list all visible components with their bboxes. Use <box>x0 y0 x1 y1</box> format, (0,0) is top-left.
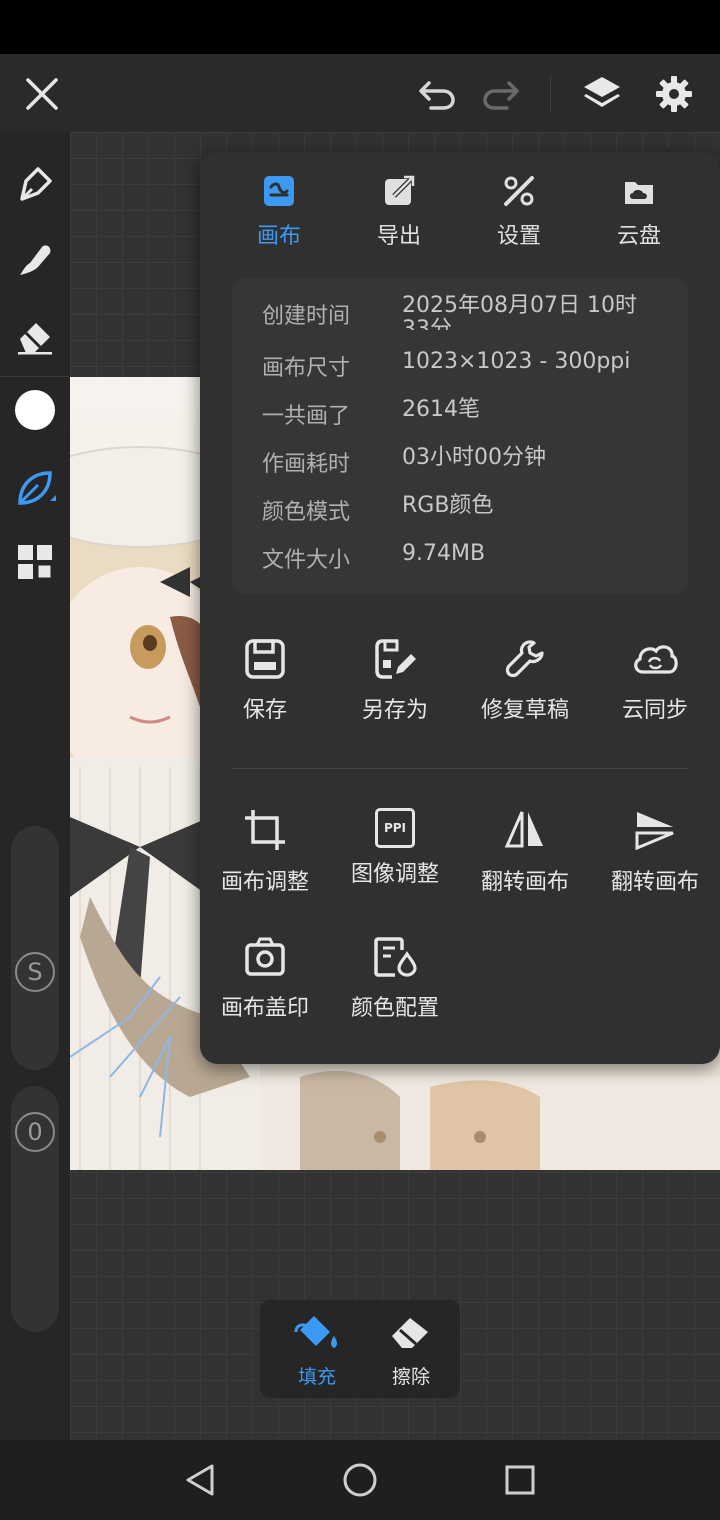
canvas-adjust-label: 画布调整 <box>220 870 309 895</box>
gear-icon[interactable] <box>648 68 700 120</box>
size-slider-label: S <box>15 952 55 992</box>
erase-tool-label: 擦除 <box>391 1366 430 1388</box>
brush-size-slider[interactable]: S <box>11 826 59 1070</box>
fill-tool-button[interactable]: 填充 <box>272 1312 362 1389</box>
color-swatch[interactable] <box>15 390 55 430</box>
info-value: 1023×1023 - 300ppi <box>402 349 631 374</box>
info-key: 画布尺寸 <box>262 356 351 381</box>
tab-canvas-label: 画布 <box>256 224 301 249</box>
repair-draft-button[interactable]: 修复草稿 <box>460 638 590 724</box>
cloud-sync-label: 云同步 <box>621 698 688 723</box>
grid-menu-icon[interactable] <box>11 538 59 586</box>
tab-settings[interactable]: 设置 <box>464 174 574 250</box>
system-navigation-bar <box>0 1440 720 1520</box>
canvas-menu-panel: 画布 导出 设置 云盘 创建时间 2025年08月07日 10时33分 画布尺寸… <box>200 152 720 1064</box>
tab-export-label: 导出 <box>376 224 421 249</box>
opacity-slider-label: 0 <box>15 1112 55 1152</box>
save-icon <box>245 639 285 679</box>
save-as-button[interactable]: 另存为 <box>330 638 460 724</box>
image-adjust-label: 图像调整 <box>350 862 439 887</box>
canvas-stamp-button[interactable]: 画布盖印 <box>200 936 330 1022</box>
camera-icon <box>245 937 285 976</box>
info-key: 作画耗时 <box>262 452 351 477</box>
layers-icon[interactable] <box>576 68 628 120</box>
export-icon <box>385 175 415 205</box>
save-as-icon <box>375 639 416 679</box>
save-button[interactable]: 保存 <box>200 638 330 724</box>
eraser-icon <box>392 1318 428 1348</box>
smudge-tool-icon[interactable] <box>11 236 59 284</box>
crop-icon <box>245 810 285 850</box>
recents-icon[interactable] <box>496 1460 544 1500</box>
tab-settings-label: 设置 <box>496 224 541 249</box>
home-icon[interactable] <box>336 1460 384 1500</box>
info-value: 2614笔 <box>402 397 480 422</box>
cloud-drive-icon <box>625 182 653 204</box>
color-config-icon <box>374 937 417 977</box>
info-key: 创建时间 <box>262 304 351 329</box>
tab-cloud-drive[interactable]: 云盘 <box>584 174 694 250</box>
flip-vertical-label: 翻转画布 <box>610 870 699 895</box>
tab-export[interactable]: 导出 <box>344 174 454 250</box>
undo-icon[interactable] <box>412 70 462 118</box>
info-value: 9.74MB <box>402 541 486 566</box>
flip-horizontal-label: 翻转画布 <box>480 870 569 895</box>
left-tool-sidebar: S 0 <box>0 132 70 1440</box>
image-adjust-button[interactable]: PPI 图像调整 <box>330 808 460 888</box>
toolbar-divider <box>550 76 551 112</box>
canvas-stamp-label: 画布盖印 <box>220 996 309 1021</box>
color-config-button[interactable]: 颜色配置 <box>330 936 460 1022</box>
info-value: 2025年08月07日 10时33分 <box>402 294 637 330</box>
repair-draft-label: 修复草稿 <box>480 698 569 723</box>
fill-erase-toolbar: 填充 擦除 <box>260 1300 460 1398</box>
close-icon[interactable] <box>18 70 66 118</box>
tab-cloud-drive-label: 云盘 <box>616 224 661 249</box>
flip-horizontal-button[interactable]: 翻转画布 <box>460 808 590 896</box>
erase-tool-button[interactable]: 擦除 <box>366 1312 456 1389</box>
save-as-label: 另存为 <box>361 698 428 723</box>
back-icon[interactable] <box>176 1460 224 1500</box>
pen-tool-icon[interactable] <box>11 160 59 208</box>
canvas-adjust-button[interactable]: 画布调整 <box>200 808 330 896</box>
redo-icon[interactable] <box>476 70 526 118</box>
fill-tool-label: 填充 <box>297 1366 336 1388</box>
info-key: 颜色模式 <box>262 500 351 525</box>
flip-horizontal-icon <box>504 811 543 848</box>
paint-bucket-icon <box>294 1316 337 1348</box>
wrench-icon <box>505 640 544 678</box>
canvas-info-box: 创建时间 2025年08月07日 10时33分 画布尺寸 1023×1023 -… <box>232 278 688 594</box>
eraser-tool-icon[interactable] <box>11 312 59 360</box>
info-key: 一共画了 <box>262 404 351 429</box>
flip-vertical-button[interactable]: 翻转画布 <box>590 808 720 896</box>
cloud-sync-icon <box>634 645 678 674</box>
sidebar-divider <box>0 376 70 377</box>
info-key: 文件大小 <box>262 548 351 573</box>
brush-leaf-icon[interactable] <box>11 464 59 512</box>
canvas-icon <box>264 176 294 206</box>
info-value: 03小时00分钟 <box>402 445 546 470</box>
save-label: 保存 <box>242 698 287 723</box>
color-config-label: 颜色配置 <box>350 996 439 1021</box>
panel-divider <box>232 768 688 769</box>
opacity-slider[interactable]: 0 <box>11 1086 59 1332</box>
top-toolbar <box>0 54 720 132</box>
ppi-icon: PPI <box>375 808 415 848</box>
flip-vertical-icon <box>635 812 674 851</box>
tools-icon <box>504 176 534 206</box>
info-value: RGB颜色 <box>402 493 494 518</box>
cloud-sync-button[interactable]: 云同步 <box>590 638 720 724</box>
tab-canvas[interactable]: 画布 <box>224 174 334 250</box>
